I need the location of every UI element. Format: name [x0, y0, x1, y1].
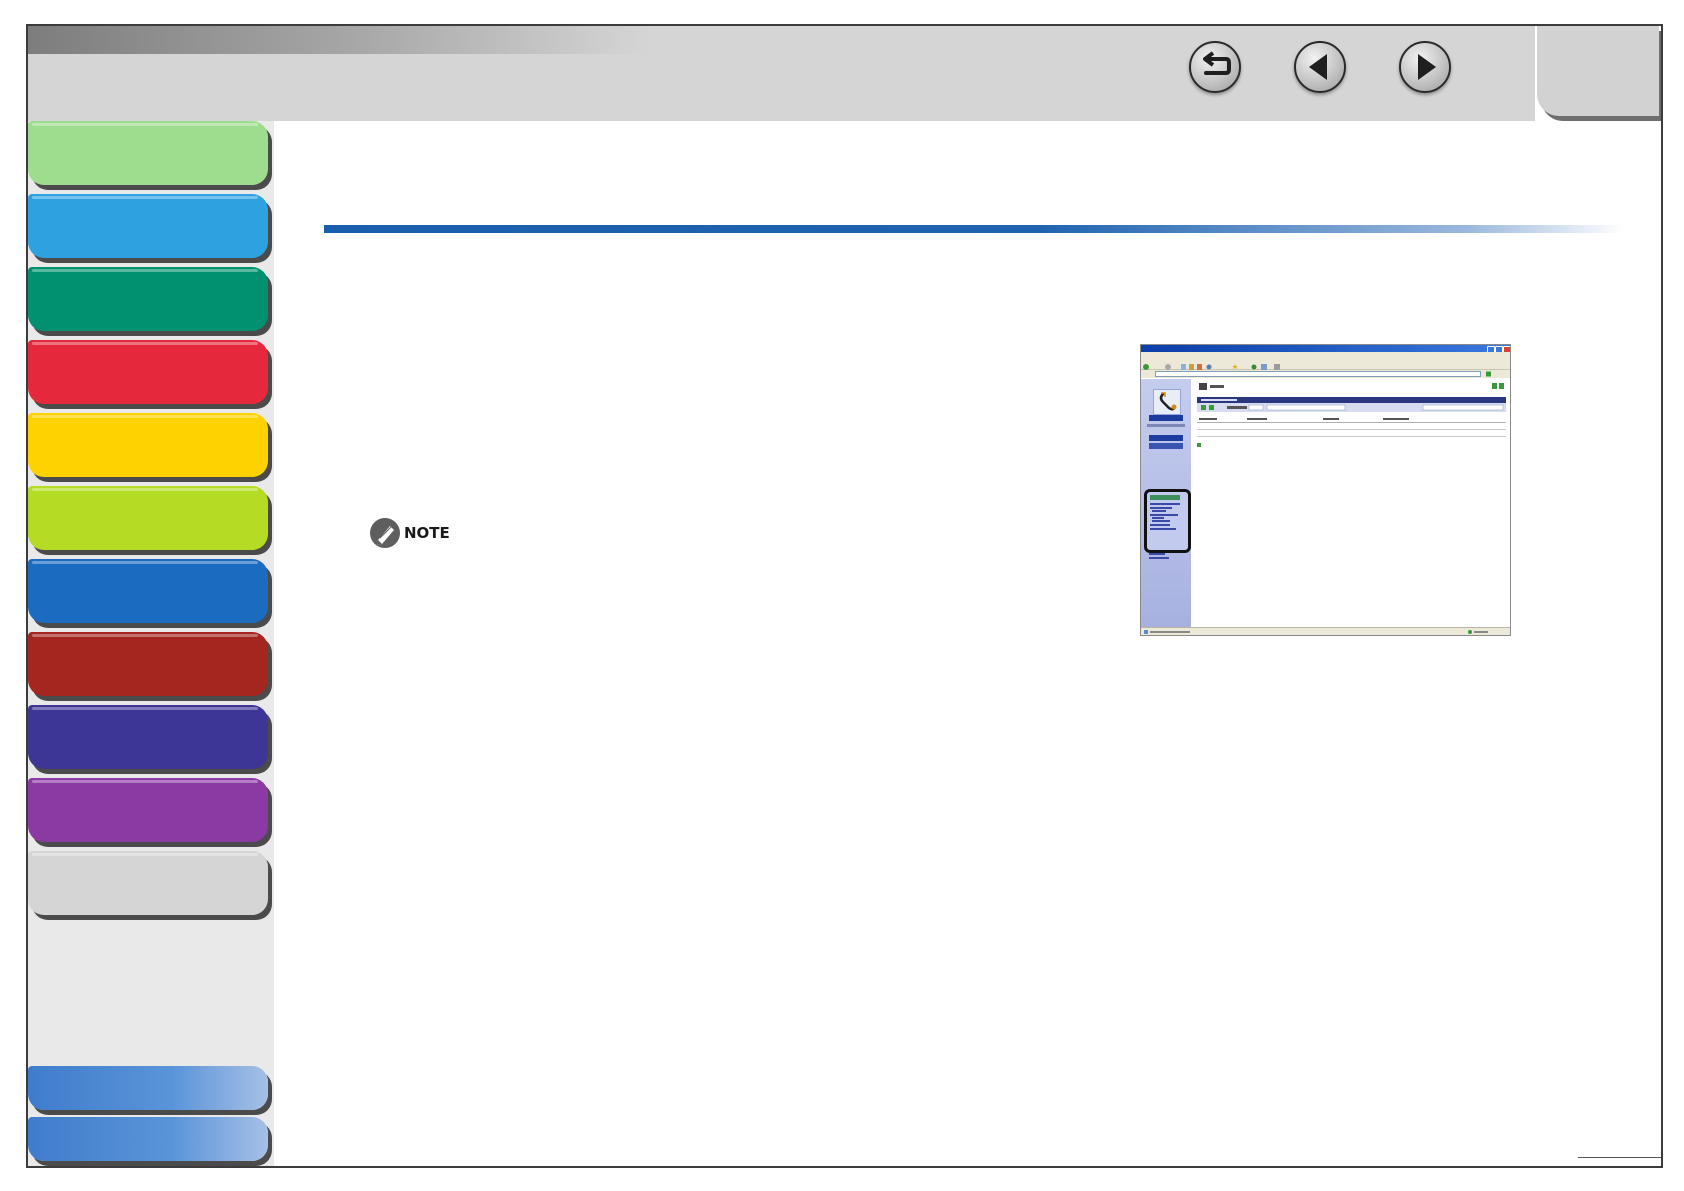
back-icon: [1203, 51, 1231, 75]
chapter-tab-5[interactable]: [28, 413, 268, 477]
screenshot-content: [1193, 379, 1510, 627]
index-button[interactable]: [28, 1117, 268, 1161]
previous-page-button[interactable]: [1294, 41, 1346, 93]
chapter-tab-8[interactable]: [28, 632, 268, 696]
manual-page: NOTE: [26, 24, 1663, 1168]
top-bar-gradient-strip: [28, 26, 648, 54]
back-button[interactable]: [1189, 41, 1241, 93]
chapter-tab-11[interactable]: [28, 851, 268, 915]
screenshot-left-nav: [1141, 379, 1191, 627]
next-page-button[interactable]: [1399, 41, 1451, 93]
chapter-tab-3[interactable]: [28, 267, 268, 331]
note-heading: NOTE: [370, 518, 450, 548]
screenshot-statusbar: [1141, 627, 1510, 635]
chapter-tab-10[interactable]: [28, 778, 268, 842]
top-right-tab[interactable]: [1537, 26, 1659, 116]
screenshot-menubar: [1141, 352, 1510, 359]
next-icon: [1418, 54, 1436, 80]
top-bar: [28, 26, 1535, 121]
chapter-tab-1[interactable]: [28, 121, 268, 185]
remote-ui-screenshot: [1140, 344, 1511, 636]
contents-button[interactable]: [28, 1066, 268, 1110]
chapter-tab-2[interactable]: [28, 194, 268, 258]
pencil-icon: [370, 518, 400, 548]
chapter-tab-9[interactable]: [28, 705, 268, 769]
chapter-tab-7[interactable]: [28, 559, 268, 623]
chapter-sidebar: [28, 121, 274, 1166]
main-content: NOTE: [274, 121, 1661, 1166]
screenshot-toolbar: [1141, 359, 1510, 370]
title-rule: [324, 225, 1624, 233]
screenshot-titlebar: [1141, 345, 1510, 353]
screenshot-addressbar: [1141, 370, 1510, 378]
note-label: NOTE: [404, 524, 450, 542]
chapter-tab-6[interactable]: [28, 486, 268, 550]
chapter-tab-4[interactable]: [28, 340, 268, 404]
previous-icon: [1309, 54, 1327, 80]
screenshot-highlight-frame: [1144, 489, 1191, 553]
page-number-rule: [1578, 1157, 1661, 1158]
